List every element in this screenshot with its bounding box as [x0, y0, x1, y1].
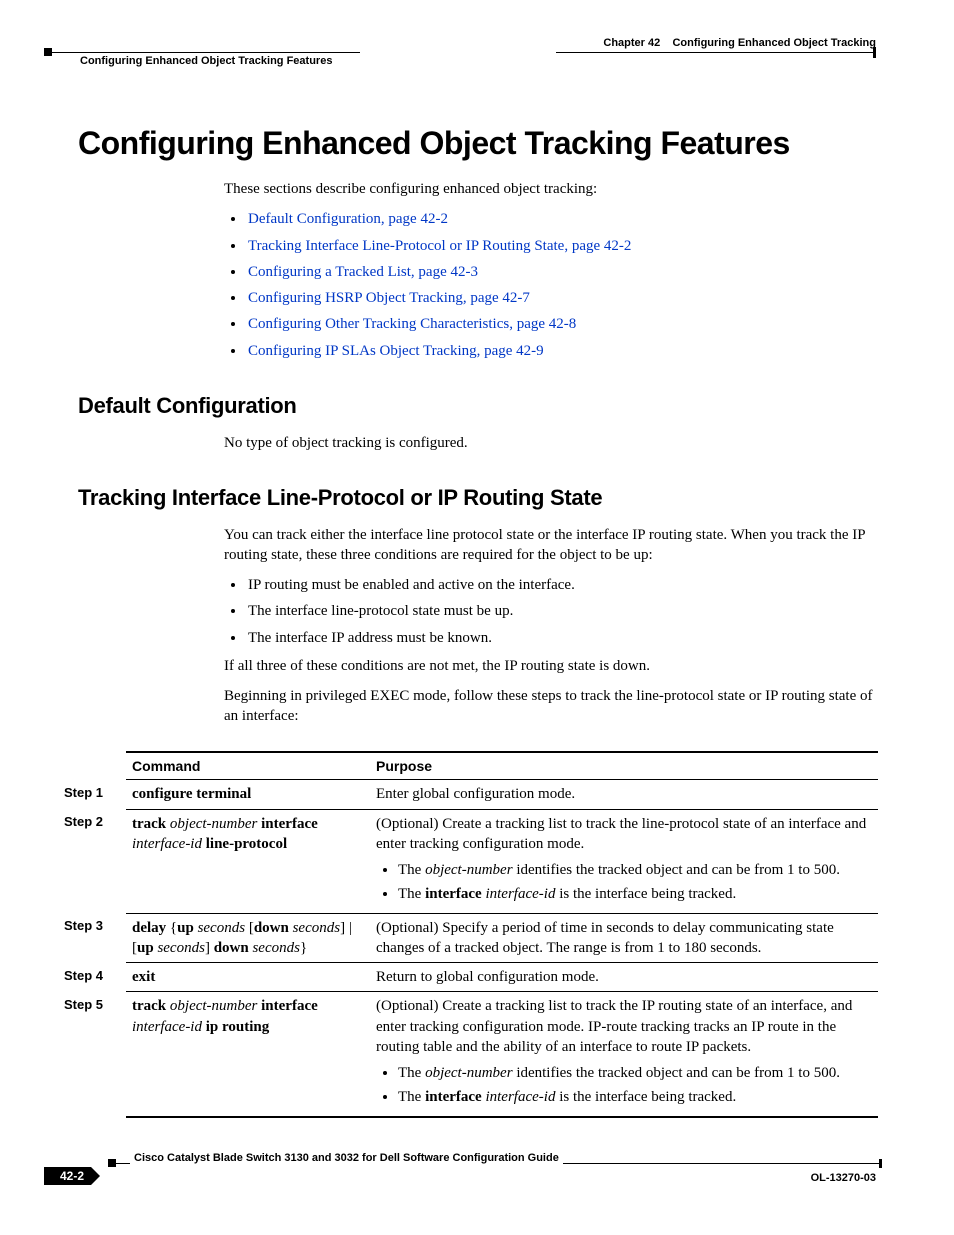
purpose-cell: (Optional) Specify a period of time in s… [370, 913, 878, 963]
xref-link[interactable]: Configuring a Tracked List, page 42-3 [248, 264, 478, 280]
list-item: Default Configuration, page 42-2 [246, 209, 876, 229]
command-cell: exit [126, 963, 370, 992]
step-label: Step 4 [58, 963, 126, 992]
list-item: The interface line-protocol state must b… [246, 601, 876, 621]
chapter-title: Configuring Enhanced Object Tracking [672, 37, 876, 49]
table-row: Step 4 exit Return to global configurati… [58, 963, 878, 992]
page-footer: Cisco Catalyst Blade Switch 3130 and 303… [44, 1159, 876, 1199]
list-item: Configuring a Tracked List, page 42-3 [246, 262, 876, 282]
body-paragraph: No type of object tracking is configured… [224, 433, 876, 453]
list-item: Configuring HSRP Object Tracking, page 4… [246, 288, 876, 308]
procedure-table: Command Purpose Step 1 configure termina… [58, 751, 878, 1118]
header-tick-right [873, 47, 876, 58]
page-title: Configuring Enhanced Object Tracking Fea… [78, 122, 876, 165]
command-cell: delay {up seconds [down seconds] | [up s… [126, 913, 370, 963]
step-label: Step 2 [58, 809, 126, 913]
body-paragraph: You can track either the interface line … [224, 525, 876, 566]
purpose-cell: (Optional) Create a tracking list to tra… [370, 809, 878, 913]
chapter-header: Chapter 42 Configuring Enhanced Object T… [603, 36, 876, 51]
conditions-list: IP routing must be enabled and active on… [224, 575, 876, 648]
xref-link[interactable]: Configuring Other Tracking Characteristi… [248, 316, 576, 332]
header-square-left [44, 48, 52, 56]
table-row: Step 5 track object-number interface int… [58, 992, 878, 1117]
list-item: IP routing must be enabled and active on… [246, 575, 876, 595]
list-item: The object-number identifies the tracked… [398, 860, 872, 880]
list-item: Configuring IP SLAs Object Tracking, pag… [246, 341, 876, 361]
xref-link[interactable]: Configuring IP SLAs Object Tracking, pag… [248, 343, 544, 359]
table-row: Step 1 configure terminal Enter global c… [58, 780, 878, 809]
section-links-list: Default Configuration, page 42-2 Trackin… [224, 209, 876, 361]
xref-link[interactable]: Tracking Interface Line-Protocol or IP R… [248, 238, 631, 254]
table-row: Step 3 delay {up seconds [down seconds] … [58, 913, 878, 963]
command-cell: track object-number interface interface-… [126, 809, 370, 913]
body-paragraph: If all three of these conditions are not… [224, 656, 876, 676]
step-label: Step 5 [58, 992, 126, 1117]
header-rule-left [44, 52, 360, 53]
document-id: OL-13270-03 [811, 1171, 876, 1186]
step-label: Step 1 [58, 780, 126, 809]
table-header-purpose: Purpose [370, 752, 878, 780]
purpose-cell: (Optional) Create a tracking list to tra… [370, 992, 878, 1117]
section-heading-tracking-interface: Tracking Interface Line-Protocol or IP R… [78, 483, 876, 513]
list-item: The interface interface-id is the interf… [398, 1087, 872, 1107]
footer-square-icon [108, 1159, 116, 1167]
page-number-badge: 42-2 [44, 1167, 100, 1185]
book-title: Cisco Catalyst Blade Switch 3130 and 303… [130, 1151, 563, 1166]
list-item: The interface interface-id is the interf… [398, 884, 872, 904]
xref-link[interactable]: Configuring HSRP Object Tracking, page 4… [248, 290, 530, 306]
running-head: Configuring Enhanced Object Tracking Fea… [80, 54, 332, 69]
intro-paragraph: These sections describe configuring enha… [224, 179, 876, 199]
list-item: Configuring Other Tracking Characteristi… [246, 314, 876, 334]
footer-tick-right [879, 1159, 882, 1168]
list-item: Tracking Interface Line-Protocol or IP R… [246, 236, 876, 256]
list-item: The object-number identifies the tracked… [398, 1063, 872, 1083]
xref-link[interactable]: Default Configuration, page 42-2 [248, 211, 448, 227]
body-paragraph: Beginning in privileged EXEC mode, follo… [224, 686, 876, 727]
command-cell: track object-number interface interface-… [126, 992, 370, 1117]
section-heading-default-config: Default Configuration [78, 391, 876, 421]
command-cell: configure terminal [126, 780, 370, 809]
header-rule-right [556, 52, 876, 53]
table-header-command: Command [126, 752, 370, 780]
table-row: Step 2 track object-number interface int… [58, 809, 878, 913]
purpose-cell: Enter global configuration mode. [370, 780, 878, 809]
page-header: Chapter 42 Configuring Enhanced Object T… [78, 36, 876, 70]
chapter-label: Chapter 42 [603, 37, 660, 49]
list-item: The interface IP address must be known. [246, 628, 876, 648]
step-label: Step 3 [58, 913, 126, 963]
purpose-cell: Return to global configuration mode. [370, 963, 878, 992]
